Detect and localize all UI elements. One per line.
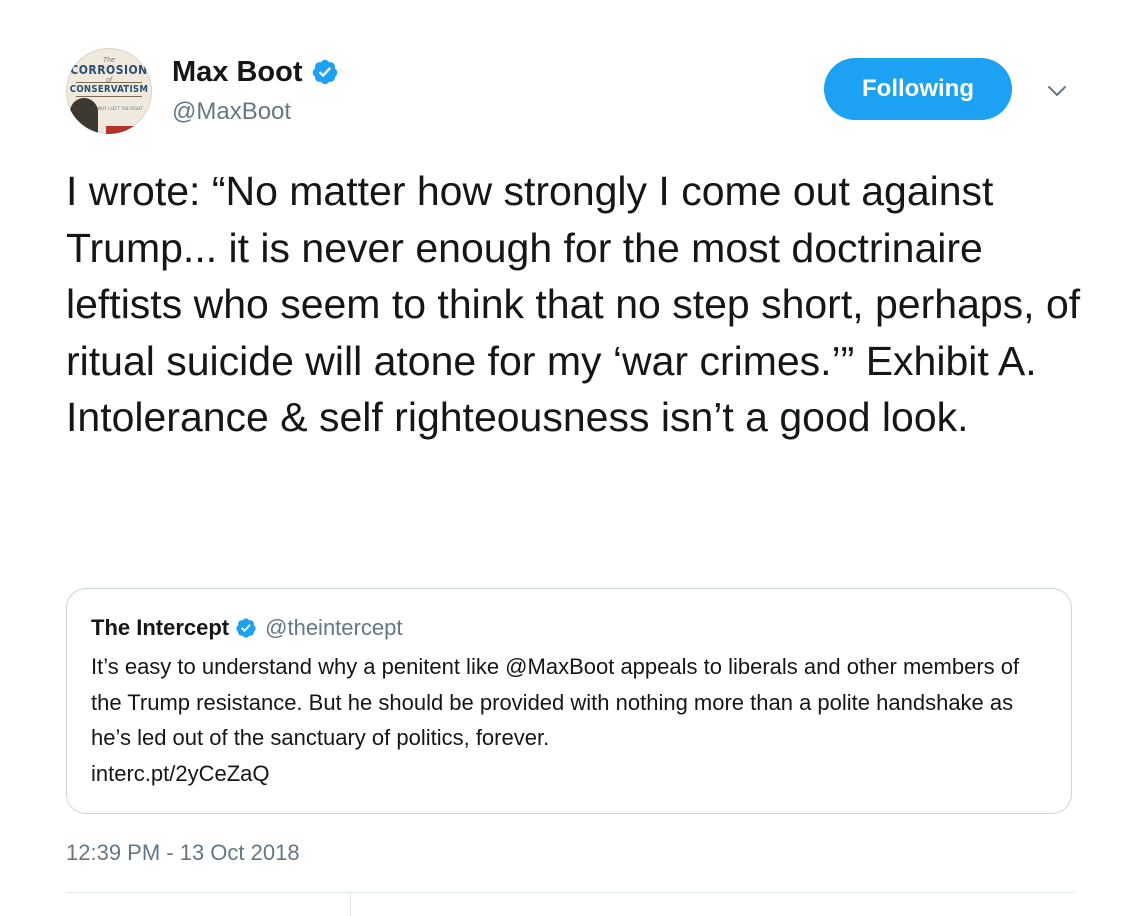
author-handle[interactable]: @MaxBoot [172, 98, 291, 126]
tweet-text: I wrote: “No matter how strongly I come … [66, 168, 1081, 440]
tweet-timestamp[interactable]: 12:39 PM - 13 Oct 2018 [66, 840, 300, 866]
quoted-author-handle: @theintercept [265, 615, 403, 640]
avatar-rule [76, 96, 142, 97]
quoted-tweet-link[interactable]: interc.pt/2yCeZaQ [91, 756, 1047, 792]
avatar-rule [76, 82, 142, 83]
verified-badge-icon [312, 59, 337, 85]
author-name[interactable]: Max Boot [172, 56, 303, 89]
chevron-down-icon[interactable] [1046, 80, 1068, 102]
avatar-red-band [106, 126, 136, 134]
verified-badge-icon [236, 618, 256, 638]
avatar-text-corrosion: CORROSION [70, 63, 148, 77]
avatar-text-conservatism: CONSERVATISM [69, 84, 149, 95]
quoted-tweet[interactable]: The Intercept @theintercept It’s easy to… [66, 588, 1072, 814]
avatar-figure [70, 98, 98, 134]
divider [66, 892, 1074, 893]
following-button[interactable]: Following [824, 58, 1012, 120]
quoted-tweet-header: The Intercept @theintercept [91, 611, 1047, 645]
avatar[interactable]: The CORROSION of CONSERVATISM WHY I LEFT… [66, 48, 152, 134]
author-name-row[interactable]: Max Boot [172, 52, 339, 92]
divider [350, 893, 351, 916]
tweet-header: The CORROSION of CONSERVATISM WHY I LEFT… [66, 48, 1076, 138]
quoted-tweet-text: It’s easy to understand why a penitent l… [91, 654, 1020, 750]
quoted-author-name: The Intercept [91, 615, 230, 640]
avatar-text-subtitle: WHY I LEFT THE RIGHT [97, 106, 143, 111]
